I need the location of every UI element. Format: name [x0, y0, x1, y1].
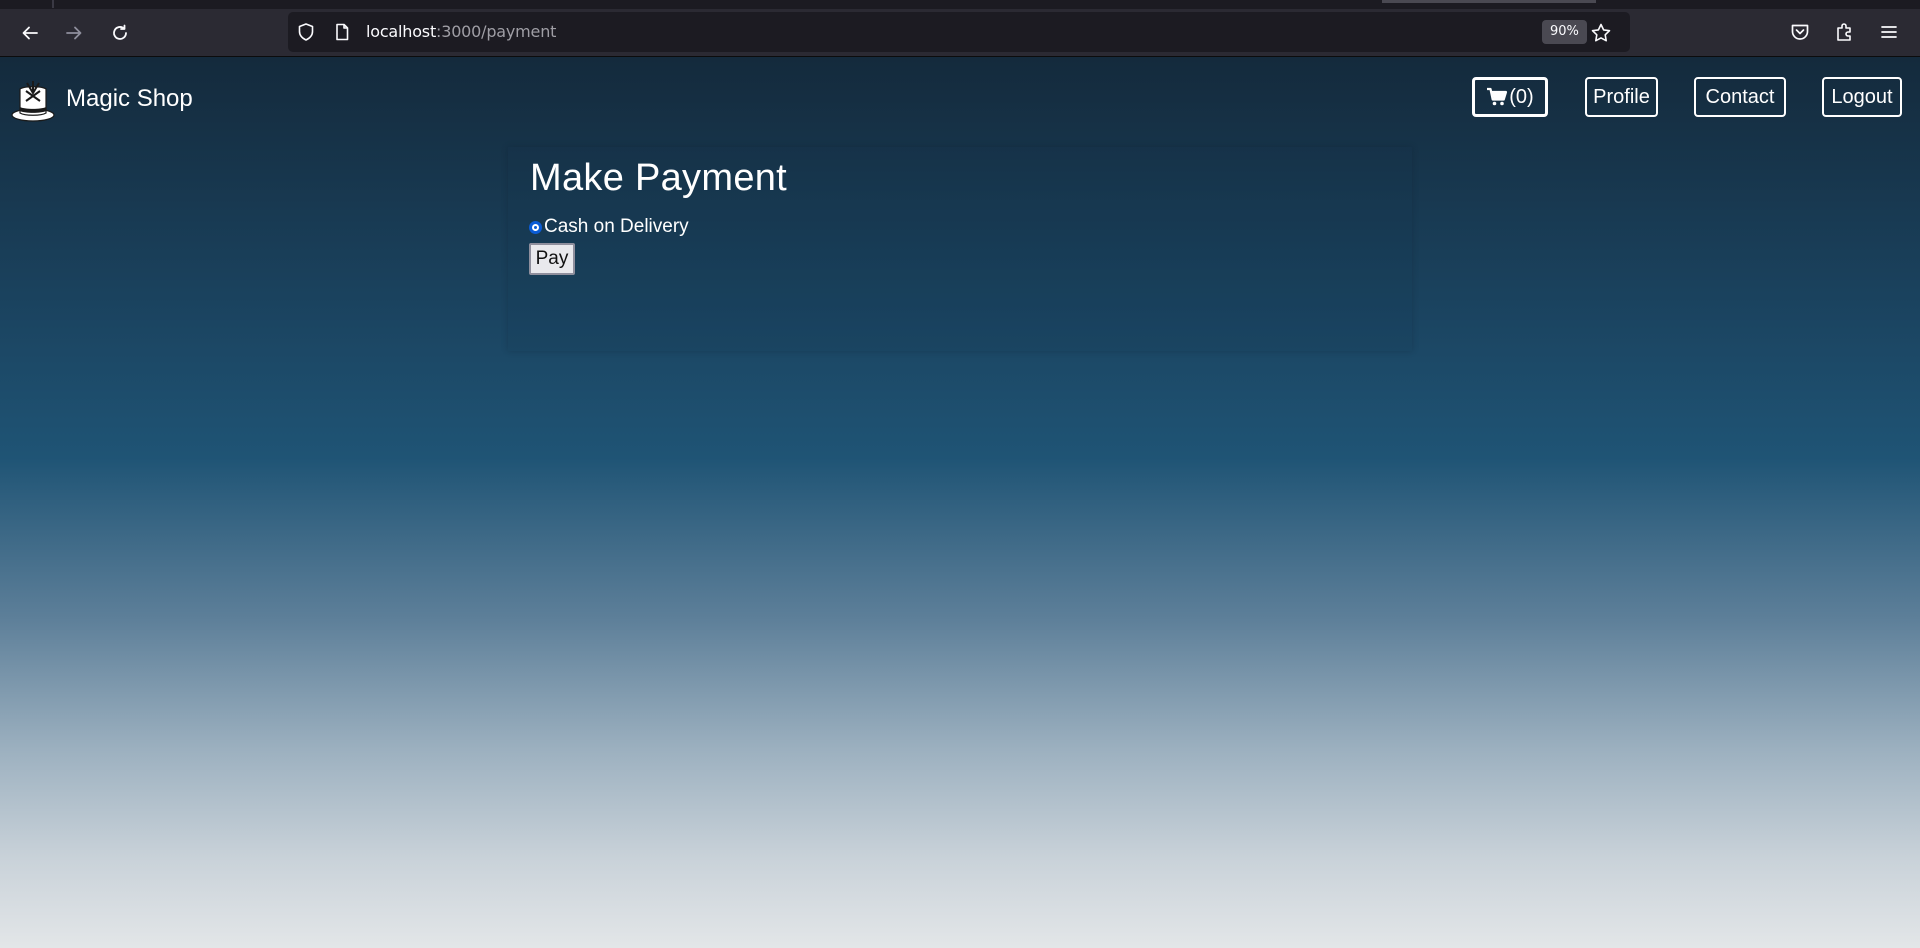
forward-arrow-icon — [66, 26, 82, 40]
pay-button[interactable]: Pay — [529, 243, 575, 275]
shield-icon[interactable] — [296, 22, 316, 42]
forward-button[interactable] — [58, 17, 90, 49]
cash-on-delivery-radio[interactable] — [529, 220, 542, 234]
bookmark-star-icon[interactable] — [1590, 22, 1612, 44]
payment-option-label[interactable]: Cash on Delivery — [544, 216, 689, 238]
page-title: Make Payment — [530, 157, 788, 199]
cart-count: (0) — [1509, 85, 1534, 108]
tab-separator — [52, 0, 54, 8]
menu-icon[interactable] — [1878, 21, 1900, 43]
magic-hat-logo-icon[interactable] — [9, 77, 57, 123]
tab-strip — [0, 0, 1920, 9]
cart-button[interactable]: (0) — [1472, 77, 1548, 117]
reload-icon — [113, 24, 127, 40]
back-button[interactable] — [14, 17, 46, 49]
reload-button[interactable] — [104, 17, 136, 49]
back-arrow-icon — [22, 26, 38, 40]
url-path: :3000/payment — [436, 22, 557, 41]
zoom-indicator[interactable]: 90% — [1542, 20, 1587, 44]
page-icon[interactable] — [332, 22, 352, 42]
profile-button[interactable]: Profile — [1585, 77, 1658, 117]
pocket-icon[interactable] — [1789, 21, 1811, 43]
logout-button[interactable]: Logout — [1822, 77, 1902, 117]
browser-toolbar: localhost:3000/payment 90% — [0, 0, 1920, 57]
brand-name[interactable]: Magic Shop — [66, 85, 193, 113]
url-host: localhost — [366, 22, 437, 41]
page-body: Magic Shop (0) Profile Contact Logout Ma… — [0, 57, 1920, 948]
site-header: Magic Shop (0) Profile Contact Logout — [0, 57, 1920, 147]
payment-option-cod[interactable]: Cash on Delivery — [529, 216, 689, 238]
url-bar[interactable]: localhost:3000/payment 90% — [288, 12, 1630, 52]
extensions-icon[interactable] — [1834, 21, 1856, 43]
url-text[interactable]: localhost:3000/payment — [366, 22, 556, 41]
active-tab-indicator[interactable] — [1382, 0, 1596, 3]
cart-icon — [1487, 87, 1508, 106]
contact-button[interactable]: Contact — [1694, 77, 1786, 117]
